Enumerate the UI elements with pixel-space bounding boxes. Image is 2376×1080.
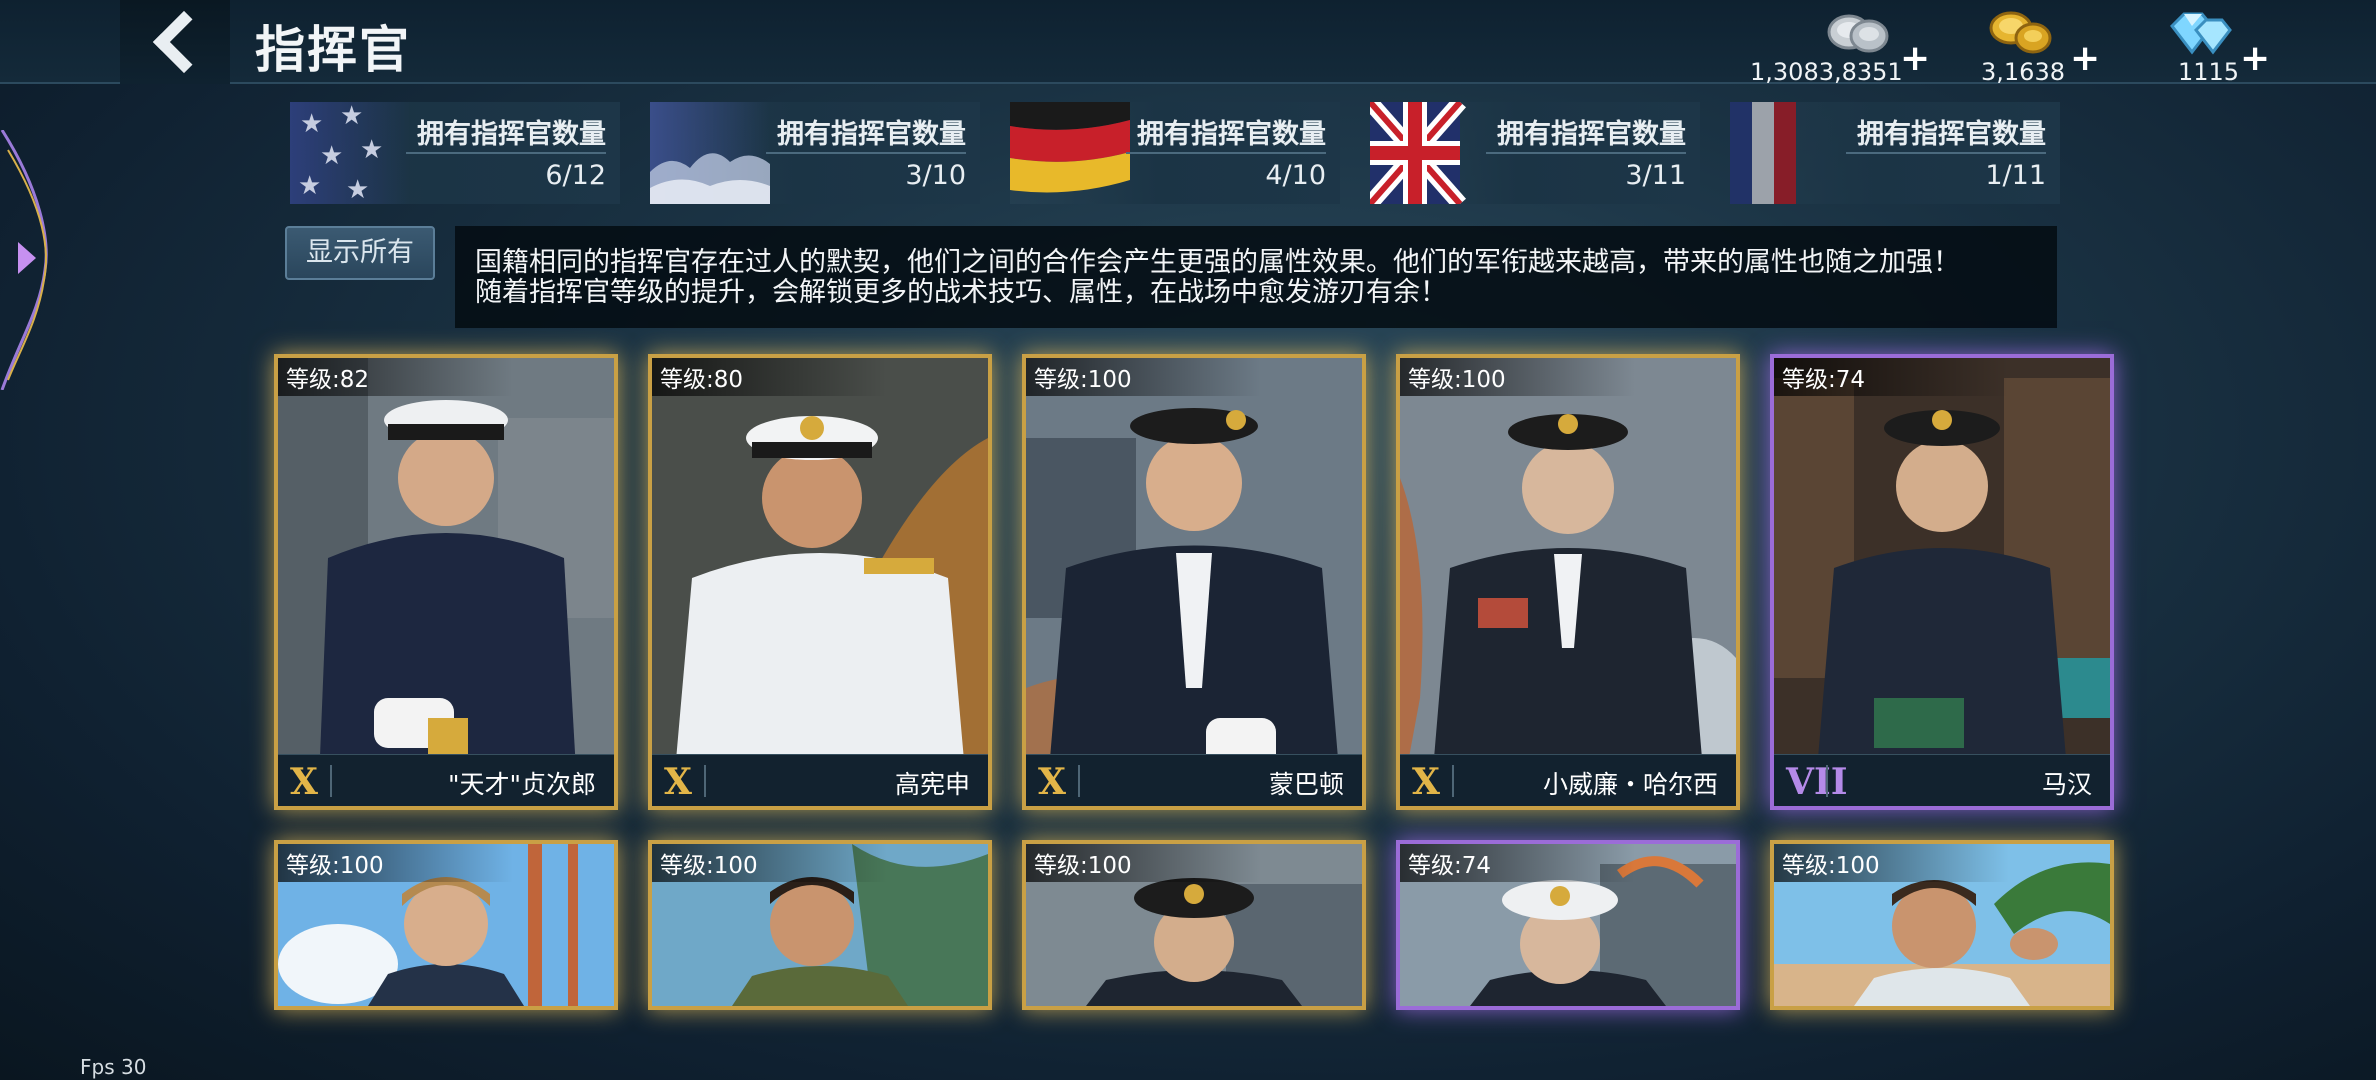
gold-amount: 3,1638 (1981, 58, 2065, 86)
nation-tab-germany[interactable]: 拥有指挥官数量 4/10 (1010, 102, 1340, 204)
gold-coins-icon (1989, 11, 2052, 54)
commander-level: 等级:74 (1400, 844, 1636, 882)
commander-rank: X (1412, 761, 1440, 803)
commander-rank: X (1038, 761, 1066, 803)
commander-card[interactable]: 等级:100 (648, 840, 992, 1010)
page-title: 指挥官 (255, 21, 411, 79)
diamond-amount: 1115 (2178, 58, 2240, 86)
commander-level: 等级:100 (652, 844, 888, 882)
nation-label: 拥有指挥官数量 (417, 119, 606, 150)
commander-rank: VII (1786, 761, 1848, 803)
commander-rank: X (664, 761, 692, 803)
commander-name: 马汉 (2041, 770, 2092, 799)
japan-flag-icon (650, 102, 770, 204)
commander-name: 小威廉・哈尔西 (1542, 770, 1718, 799)
commander-name: "天才"贞次郎 (448, 770, 596, 799)
diamond-currency[interactable]: 1115 + (2160, 4, 2270, 86)
nation-tab-france[interactable]: 拥有指挥官数量 1/11 (1730, 102, 2060, 204)
chevron-right-icon (18, 242, 36, 274)
commander-card[interactable]: 等级:100 X 小威廉・哈尔西 (1396, 354, 1740, 810)
germany-flag-icon (1010, 102, 1130, 193)
nation-label: 拥有指挥官数量 (777, 119, 966, 150)
usa-flag-icon: ★ ★ ★ ★ ★ ★ (290, 102, 410, 204)
commander-card[interactable]: 等级:100 (1770, 840, 2114, 1010)
svg-text:★: ★ (346, 175, 369, 204)
commander-portrait (1026, 358, 1362, 806)
commander-card[interactable]: 等级:80 X 高宪申 (648, 354, 992, 810)
commander-card[interactable]: 等级:100 (1022, 840, 1366, 1010)
svg-text:★: ★ (298, 171, 321, 201)
commander-card[interactable]: 等级:74 VII 马汉 (1770, 354, 2114, 810)
nation-label: 拥有指挥官数量 (1857, 119, 2046, 150)
commander-level: 等级:74 (1774, 358, 2010, 396)
commander-level: 等级:100 (1774, 844, 2010, 882)
fps-counter: Fps 30 (80, 1055, 147, 1079)
commander-level: 等级:82 (278, 358, 514, 396)
nation-count: 1/11 (1985, 160, 2046, 191)
show-all-button[interactable]: 显示所有 (285, 226, 435, 280)
nation-tab-usa[interactable]: ★ ★ ★ ★ ★ ★ 拥有指挥官数量 6/12 (290, 102, 620, 204)
nation-count: 3/11 (1625, 160, 1686, 191)
add-gold-icon[interactable]: + (2070, 38, 2100, 79)
svg-text:★: ★ (320, 141, 343, 171)
commander-level: 等级:100 (1026, 844, 1262, 882)
commander-portrait (278, 358, 614, 806)
back-button[interactable] (120, 0, 230, 84)
nation-count: 4/10 (1265, 160, 1326, 191)
commander-rank: X (290, 761, 318, 803)
silver-coins-icon (1827, 14, 1889, 53)
svg-text:★: ★ (340, 102, 363, 131)
commander-portrait (1400, 358, 1736, 806)
commander-card[interactable]: 等级:100 (274, 840, 618, 1010)
commander-portrait (652, 358, 988, 806)
svg-text:★: ★ (300, 109, 323, 139)
nation-bonus-description: 国籍相同的指挥官存在过人的默契，他们之间的合作会产生更强的属性效果。他们的军衔越… (455, 226, 2057, 328)
nation-label: 拥有指挥官数量 (1137, 119, 1326, 150)
commander-portrait (1774, 358, 2110, 806)
commander-level: 等级:100 (1026, 358, 1262, 396)
add-diamond-icon[interactable]: + (2240, 38, 2270, 79)
top-bar: 指挥官 1,3083,8351 + 3,1638 + 1115 + (0, 0, 2376, 86)
side-drawer-handle[interactable] (0, 130, 60, 390)
nation-count: 3/10 (905, 160, 966, 191)
commander-level: 等级:80 (652, 358, 888, 396)
nation-tab-japan[interactable]: 拥有指挥官数量 3/10 (650, 102, 980, 204)
commander-name: 高宪申 (894, 770, 970, 799)
commander-card[interactable]: 等级:100 X 蒙巴顿 (1022, 354, 1366, 810)
gold-currency[interactable]: 3,1638 + (1975, 4, 2100, 86)
commander-level: 等级:100 (1400, 358, 1636, 396)
nation-label: 拥有指挥官数量 (1497, 119, 1686, 150)
commander-card[interactable]: 等级:74 (1396, 840, 1740, 1010)
silver-amount: 1,3083,8351 (1750, 58, 1903, 86)
add-silver-icon[interactable]: + (1900, 38, 1930, 79)
nation-count: 6/12 (545, 160, 606, 191)
france-flag-icon (1730, 102, 1796, 204)
commander-card[interactable]: 等级:82 X "天才"贞次郎 (274, 354, 618, 810)
commander-name: 蒙巴顿 (1268, 770, 1344, 799)
description-line-2: 随着指挥官等级的提升，会解锁更多的战术技巧、属性，在战场中愈发游刃有余！ (475, 277, 1447, 308)
nation-tab-uk[interactable]: 拥有指挥官数量 3/11 (1370, 102, 1700, 204)
diamond-icon (2170, 12, 2232, 55)
description-line-1: 国籍相同的指挥官存在过人的默契，他们之间的合作会产生更强的属性效果。他们的军衔越… (475, 247, 1960, 278)
svg-text:★: ★ (360, 135, 383, 165)
commander-level: 等级:100 (278, 844, 514, 882)
uk-flag-icon (1370, 102, 1466, 204)
chevron-left-icon (152, 10, 216, 74)
silver-currency[interactable]: 1,3083,8351 + (1745, 4, 1930, 86)
